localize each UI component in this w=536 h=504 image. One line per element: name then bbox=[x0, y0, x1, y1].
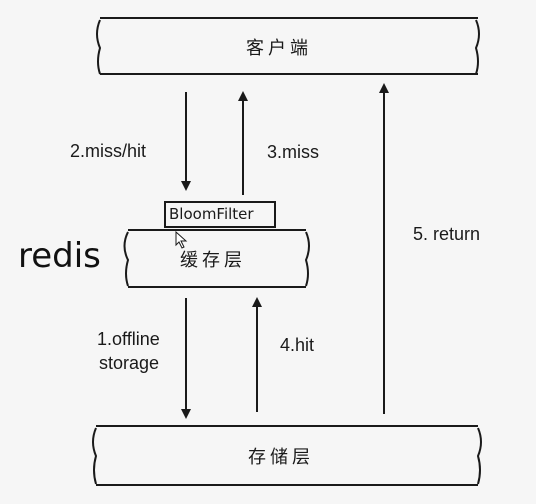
edge-label-2: 2.miss/hit bbox=[70, 141, 147, 161]
edge-label-1-line2: storage bbox=[99, 353, 160, 373]
redis-label: redis bbox=[18, 236, 101, 276]
edge-label-5: 5. return bbox=[413, 224, 481, 244]
edge-label-3: 3.miss bbox=[267, 142, 320, 162]
client-box-label: 客户端 bbox=[246, 38, 312, 59]
cache-box-label: 缓存层 bbox=[180, 250, 246, 271]
mouse-cursor-icon bbox=[175, 231, 188, 249]
cache-architecture-diagram: 客户端 BloomFilter 缓存层 存储层 redis 2.miss/hit… bbox=[0, 0, 536, 504]
bloomfilter-label: BloomFilter bbox=[169, 205, 254, 223]
edge-label-1-line1: 1.offline bbox=[97, 329, 160, 349]
edge-label-4: 4.hit bbox=[280, 335, 315, 355]
storage-box-label: 存储层 bbox=[248, 447, 314, 468]
